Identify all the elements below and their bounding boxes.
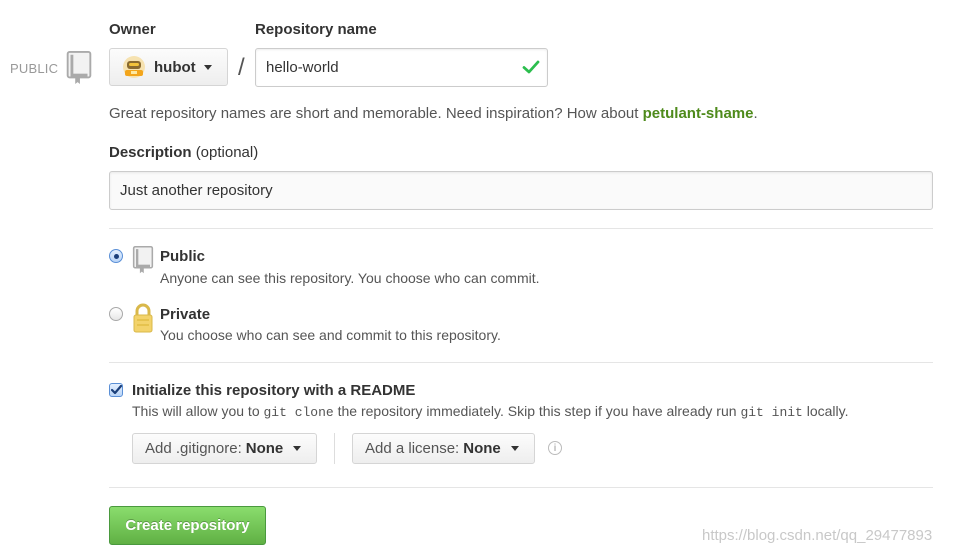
hubot-avatar (122, 55, 146, 79)
info-glyph: i (553, 442, 557, 454)
description-label-row: Description (optional) (109, 144, 258, 161)
owner-repo-separator: / (238, 54, 245, 81)
repo-name-hint: Great repository names are short and mem… (109, 105, 758, 122)
private-title: Private (160, 306, 211, 323)
repo-icon (132, 246, 154, 277)
description-value: Just another repository (120, 182, 273, 199)
public-label: PUBLIC (10, 61, 59, 76)
hint-text: Great repository names are short and mem… (109, 105, 643, 122)
git-init-code: git init (740, 405, 803, 420)
repo-name-label: Repository name (255, 21, 377, 38)
owner-label: Owner (109, 21, 156, 38)
readme-label[interactable]: Initialize this repository with a README (132, 382, 415, 399)
divider (109, 487, 933, 488)
readme-description: This will allow you to git clone the rep… (132, 403, 849, 420)
watermark-text: https://blog.csdn.net/qq_29477893 (702, 527, 933, 544)
repo-icon (66, 51, 92, 88)
gitignore-value: None (245, 440, 284, 457)
hint-period: . (753, 105, 758, 122)
private-radio[interactable] (109, 307, 123, 321)
readme-desc-text: This will allow you to (132, 403, 264, 419)
repo-name-value: hello-world (266, 59, 339, 76)
divider (109, 362, 933, 363)
readme-desc-text: the repository immediately. Skip this st… (333, 403, 741, 419)
selector-divider (334, 433, 335, 464)
private-description: You choose who can see and commit to thi… (160, 327, 501, 343)
name-suggestion-link[interactable]: petulant-shame (643, 105, 754, 122)
owner-name: hubot (154, 58, 196, 76)
gitignore-label: Add .gitignore: (145, 440, 242, 457)
chevron-down-icon (510, 446, 519, 451)
checkmark-icon (110, 385, 122, 395)
gitignore-select[interactable]: Add .gitignore: None (132, 433, 317, 464)
repo-name-input[interactable]: hello-world (255, 48, 548, 87)
info-icon[interactable]: i (548, 441, 562, 455)
owner-select-button[interactable]: hubot (109, 48, 228, 86)
readme-desc-text: locally. (802, 403, 849, 419)
readme-checkbox[interactable] (109, 383, 123, 397)
create-repository-button[interactable]: Create repository (109, 506, 266, 545)
lock-icon (133, 303, 153, 336)
public-radio[interactable] (109, 249, 123, 263)
public-title: Public (160, 248, 206, 265)
description-input[interactable]: Just another repository (109, 171, 933, 210)
divider (109, 228, 933, 229)
git-clone-code: git clone (263, 405, 334, 420)
description-label: Description (109, 144, 192, 161)
chevron-down-icon (203, 64, 212, 70)
check-icon (522, 59, 540, 78)
description-optional: (optional) (195, 144, 259, 161)
public-description: Anyone can see this repository. You choo… (160, 270, 540, 286)
chevron-down-icon (293, 446, 302, 451)
license-label: Add a license: (365, 440, 460, 457)
license-select[interactable]: Add a license: None (352, 433, 535, 464)
license-value: None (463, 440, 501, 457)
